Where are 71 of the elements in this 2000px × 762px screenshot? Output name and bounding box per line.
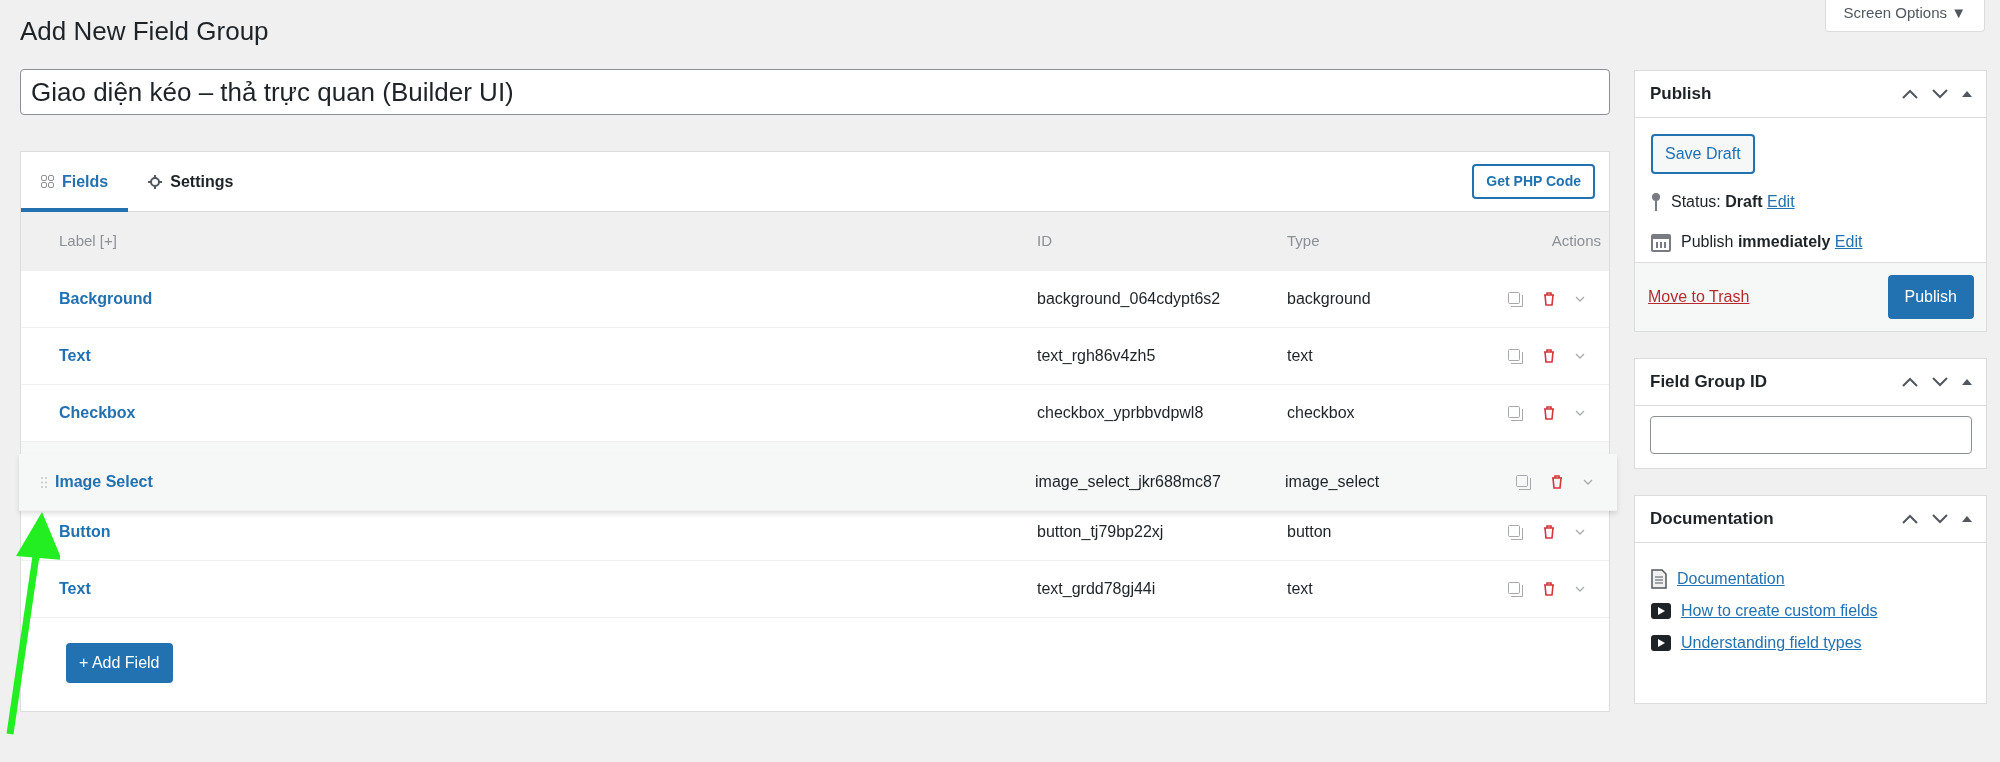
field-type: text [1287,346,1313,367]
settings-icon [148,174,163,189]
field-id: text_rgh86v4zh5 [1037,346,1157,367]
field-type: image_select [1285,472,1380,493]
trash-icon[interactable] [1543,525,1555,540]
documentation-link[interactable]: Understanding field types [1681,631,1862,655]
chevron-up-icon[interactable] [1902,89,1918,99]
calendar-icon [1651,232,1671,252]
field-label-link[interactable]: Text [59,577,91,602]
field-id: text_grdd78gj44i [1037,579,1157,600]
trash-icon[interactable] [1543,582,1555,597]
page-title: Add New Field Group [20,16,270,48]
field-label-link[interactable]: Button [59,520,111,545]
move-to-trash-link[interactable]: Move to Trash [1648,285,1750,309]
save-draft-button[interactable]: Save Draft [1651,134,1755,174]
chevron-down-icon[interactable] [1932,89,1948,99]
duplicate-icon[interactable] [1508,291,1523,307]
add-field-button[interactable]: + Add Field [66,643,173,684]
field-id: checkbox_yprbbvdpwl8 [1037,403,1205,424]
field-group-id-input[interactable] [1650,416,1972,454]
field-id: image_select_jkr688mc87 [1035,472,1222,493]
dragged-row[interactable]: Image Select image_select_jkr688mc87 image_select [19,454,1617,512]
field-label-link[interactable]: Text [59,344,91,369]
field-label-link[interactable]: Checkbox [59,401,136,426]
collapse-icon[interactable] [1962,516,1972,522]
chevron-down-icon[interactable] [1932,377,1948,387]
documentation-link[interactable]: Documentation [1677,567,1785,591]
field-id: background_064cdypt6s2 [1037,289,1222,310]
field-type: button [1287,522,1332,543]
column-header: ID [1037,230,1053,251]
play-icon [1651,603,1671,619]
field-type: background [1287,289,1371,310]
chevron-down-icon[interactable] [1932,514,1948,524]
publish-button[interactable]: Publish [1887,275,1974,319]
trash-icon[interactable] [1551,475,1563,490]
field-type: text [1287,579,1313,600]
edit-link[interactable]: Edit [1767,193,1795,210]
duplicate-icon[interactable] [1508,348,1523,364]
documentation-link[interactable]: How to create custom fields [1681,599,1878,623]
edit-link[interactable]: Edit [1834,233,1863,250]
field-id: button_tj79bp22xj [1037,522,1165,543]
chevron-up-icon[interactable] [1902,514,1918,524]
collapse-icon[interactable] [1962,91,1972,97]
panel-title: Documentation [1650,508,1774,531]
trash-icon[interactable] [1543,349,1555,364]
panel-title: Field Group ID [1650,371,1768,394]
trash-icon[interactable] [1543,406,1555,421]
chevron-up-icon[interactable] [1902,377,1918,387]
column-header: Actions [1551,230,1602,251]
play-icon [1651,635,1671,651]
tab[interactable]: Settings [128,151,254,212]
field-label-link[interactable]: Image Select [55,470,153,495]
schedule-text: Publish immediately Edit [1681,232,1863,252]
drag-handle-icon[interactable] [41,476,47,488]
screen-options-button[interactable]: Screen Options ▼ [1824,0,1985,32]
document-icon [1651,569,1667,589]
column-header: Type [1287,230,1320,251]
duplicate-icon[interactable] [1508,581,1523,597]
pin-icon [1651,192,1661,212]
duplicate-icon[interactable] [1508,405,1523,421]
field-type: checkbox [1287,403,1355,424]
get-php-code-button[interactable]: Get PHP Code [1472,164,1595,200]
grid-icon [41,175,54,189]
column-header: Label [+] [59,230,118,251]
status-text: Status: Draft Edit [1671,192,1795,212]
duplicate-icon[interactable] [1508,524,1523,540]
field-label-link[interactable]: Background [59,287,153,312]
collapse-icon[interactable] [1962,379,1972,385]
trash-icon[interactable] [1543,292,1555,307]
panel-title: Publish [1650,83,1712,106]
title-field[interactable]: Giao diện kéo – thả trực quan (Builder UI) [20,69,1610,116]
